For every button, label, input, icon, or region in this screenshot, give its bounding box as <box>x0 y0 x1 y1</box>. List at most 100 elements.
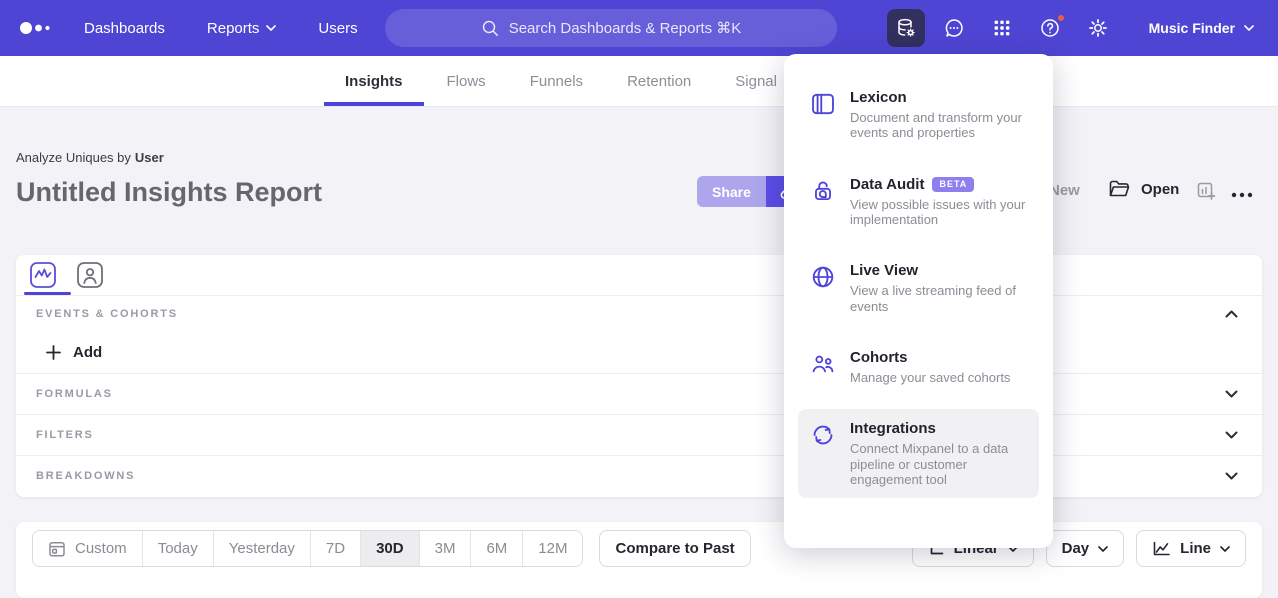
tab-funnels[interactable]: Funnels <box>530 56 583 106</box>
project-name: Music Finder <box>1149 20 1235 36</box>
chevron-down-icon <box>1225 472 1238 480</box>
person-icon <box>76 261 104 289</box>
data-audit-icon <box>809 176 837 228</box>
chevron-down-icon <box>1098 546 1108 552</box>
section-events-cohorts[interactable]: EVENTS & COHORTS <box>16 296 1262 332</box>
subtitle-entity[interactable]: User <box>135 150 164 165</box>
expand-section-button[interactable] <box>1225 390 1238 398</box>
navbar-right: Music Finder <box>887 9 1254 47</box>
range-6m-button[interactable]: 6M <box>471 531 523 566</box>
add-event-row: Add <box>16 332 1262 373</box>
add-to-board-button[interactable] <box>1196 181 1216 206</box>
feedback-button[interactable] <box>935 9 973 47</box>
report-tabbar: Insights Flows Funnels Retention Signal … <box>0 56 1278 107</box>
data-management-menu: Lexicon Document and transform your even… <box>784 54 1053 548</box>
chevron-up-icon <box>1225 310 1238 318</box>
range-label: 12M <box>538 540 567 557</box>
more-options-button[interactable] <box>1230 186 1254 204</box>
compare-to-past-button[interactable]: Compare to Past <box>599 530 750 567</box>
query-builder-panel: EVENTS & COHORTS Add FORMULAS FILTERS BR… <box>16 255 1262 497</box>
range-7d-button[interactable]: 7D <box>311 531 361 566</box>
section-filters[interactable]: FILTERS <box>16 414 1262 455</box>
tab-signal[interactable]: Signal <box>735 56 777 106</box>
menu-item-desc: View possible issues with your implement… <box>850 197 1026 228</box>
open-report-button[interactable]: Open <box>1108 179 1179 199</box>
nav-link-users[interactable]: Users <box>318 20 357 37</box>
expand-section-button[interactable] <box>1225 431 1238 439</box>
report-title[interactable]: Untitled Insights Report <box>16 177 322 208</box>
range-label: 7D <box>326 540 345 557</box>
calendar-icon <box>48 540 66 558</box>
range-label: 3M <box>435 540 456 557</box>
chevron-down-icon <box>1225 431 1238 439</box>
data-management-button[interactable] <box>887 9 925 47</box>
menu-item-integrations[interactable]: Integrations Connect Mixpanel to a data … <box>798 409 1039 498</box>
range-label: Custom <box>75 540 127 557</box>
chevron-down-icon <box>1244 25 1254 31</box>
interval-dropdown[interactable]: Day <box>1046 530 1125 567</box>
apps-grid-button[interactable] <box>983 9 1021 47</box>
nav-link-reports[interactable]: Reports <box>207 20 277 37</box>
chart-toolbar-panel: Custom Today Yesterday 7D 30D 3M 6M 12M … <box>16 522 1262 598</box>
range-12m-button[interactable]: 12M <box>523 531 582 566</box>
chart-type-dropdown[interactable]: Line <box>1136 530 1246 567</box>
range-3m-button[interactable]: 3M <box>420 531 472 566</box>
line-chart-icon <box>1152 540 1171 557</box>
menu-item-lexicon[interactable]: Lexicon Document and transform your even… <box>798 78 1039 152</box>
tab-retention[interactable]: Retention <box>627 56 691 106</box>
open-label: Open <box>1141 181 1179 198</box>
share-button[interactable]: Share <box>697 176 766 207</box>
range-label: 30D <box>376 540 404 557</box>
menu-item-title: Integrations <box>850 420 936 437</box>
ellipsis-icon <box>1230 191 1254 199</box>
range-label: Today <box>158 540 198 557</box>
range-today-button[interactable]: Today <box>143 531 214 566</box>
chevron-down-icon <box>1225 390 1238 398</box>
menu-item-title: Live View <box>850 262 918 279</box>
range-label: Yesterday <box>229 540 295 557</box>
top-navbar: Dashboards Reports Users Search Dashboar… <box>0 0 1278 56</box>
section-label: EVENTS & COHORTS <box>36 308 178 320</box>
menu-item-text: Data Audit BETA View possible issues wit… <box>850 176 1026 228</box>
menu-item-live-view[interactable]: Live View View a live streaming feed of … <box>798 251 1039 325</box>
range-custom-button[interactable]: Custom <box>33 531 143 566</box>
menu-item-data-audit[interactable]: Data Audit BETA View possible issues wit… <box>798 165 1039 239</box>
help-button[interactable] <box>1031 9 1069 47</box>
menu-item-desc: View a live streaming feed of events <box>850 283 1026 314</box>
menu-item-cohorts[interactable]: Cohorts Manage your saved cohorts <box>798 338 1039 396</box>
nav-link-dashboards[interactable]: Dashboards <box>84 20 165 37</box>
beta-badge: BETA <box>932 177 974 192</box>
mixpanel-logo-icon[interactable] <box>18 20 54 36</box>
collapse-section-button[interactable] <box>1225 310 1238 318</box>
search-icon <box>481 19 499 37</box>
menu-item-text: Cohorts Manage your saved cohorts <box>850 349 1010 385</box>
section-formulas[interactable]: FORMULAS <box>16 373 1262 414</box>
project-switcher[interactable]: Music Finder <box>1149 20 1254 36</box>
menu-item-desc: Manage your saved cohorts <box>850 370 1010 385</box>
section-breakdowns[interactable]: BREAKDOWNS <box>16 455 1262 496</box>
menu-item-text: Integrations Connect Mixpanel to a data … <box>850 420 1026 487</box>
profiles-view-tab[interactable] <box>76 261 104 289</box>
grid-icon <box>991 17 1013 39</box>
board-plus-icon <box>1196 181 1216 201</box>
range-30d-button[interactable]: 30D <box>361 531 420 566</box>
tab-flows[interactable]: Flows <box>447 56 486 106</box>
interval-label: Day <box>1062 540 1090 557</box>
events-view-tab[interactable] <box>29 261 57 289</box>
subtitle-prefix: Analyze Uniques by <box>16 150 131 165</box>
folder-icon <box>1108 179 1131 199</box>
database-gear-icon <box>895 17 917 39</box>
chart-type-label: Line <box>1180 540 1211 557</box>
cohorts-people-icon <box>809 349 837 385</box>
menu-item-text: Lexicon Document and transform your even… <box>850 89 1026 141</box>
integrations-sync-icon <box>809 420 837 487</box>
search-input[interactable]: Search Dashboards & Reports ⌘K <box>385 9 837 47</box>
new-report-button[interactable]: New <box>1049 182 1080 199</box>
expand-section-button[interactable] <box>1225 472 1238 480</box>
add-event-button[interactable]: Add <box>46 344 102 361</box>
report-subtitle: Analyze Uniques by User <box>16 150 164 165</box>
range-yesterday-button[interactable]: Yesterday <box>214 531 311 566</box>
tab-insights[interactable]: Insights <box>345 56 403 106</box>
section-label: FILTERS <box>36 429 94 441</box>
settings-button[interactable] <box>1079 9 1117 47</box>
